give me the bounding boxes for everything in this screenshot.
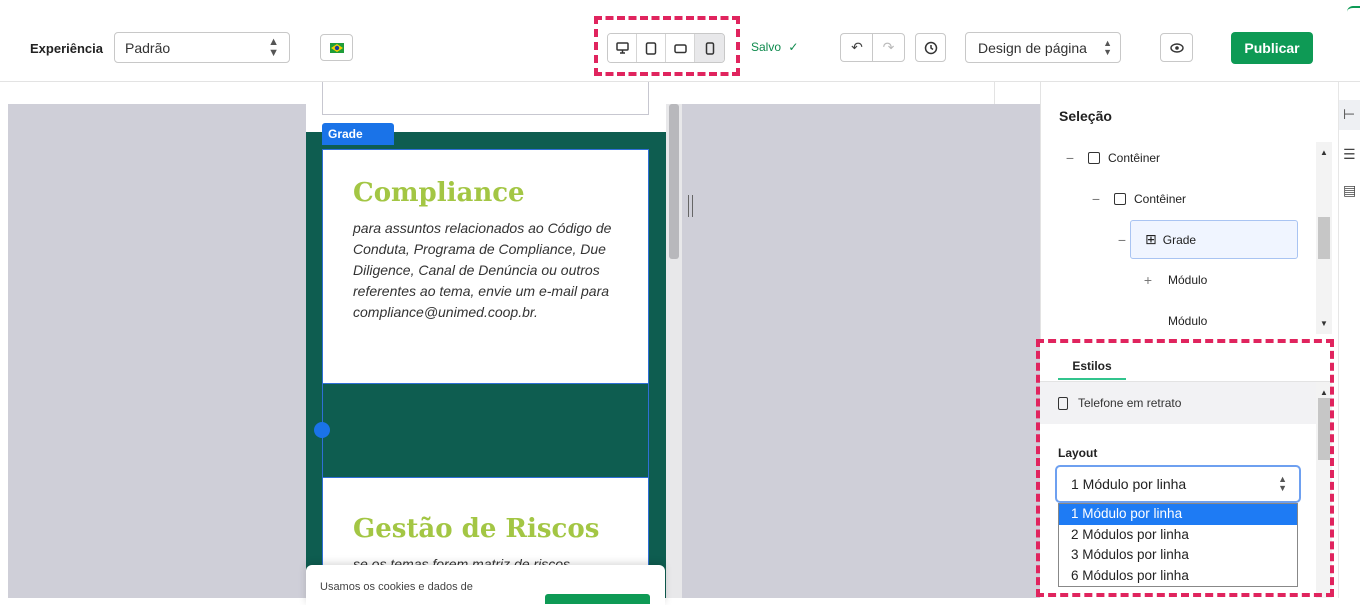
layout-select-value: 1 Módulo por linha [1071,476,1187,492]
tree-item-container[interactable]: − Contêiner [1060,139,1160,177]
selection-outline [648,384,649,479]
publish-button[interactable]: Publicar [1231,32,1313,64]
tree-item-label: Contêiner [1134,192,1187,206]
checkbox-icon [1114,193,1126,205]
edge-accent [1347,6,1360,12]
tablet-portrait-view-button[interactable] [666,34,695,62]
phone-icon [1058,396,1068,410]
undo-icon: ↶ [851,39,863,55]
history-button[interactable] [915,33,946,62]
collapse-icon[interactable]: − [1086,191,1106,207]
page-design-dropdown[interactable]: Design de página ▲ ▼ [965,32,1121,63]
scroll-up-icon[interactable]: ▲ [1320,388,1328,397]
divider [994,82,995,104]
layout-option[interactable]: 1 Módulo por linha [1059,504,1297,525]
tree-item-label: Contêiner [1108,151,1161,165]
preview-button[interactable] [1160,33,1193,62]
eye-icon [1169,42,1184,53]
saved-label: Salvo [751,40,782,54]
canvas-backdrop-left [8,104,306,598]
updown-caret-icon: ▲ ▼ [1278,474,1287,493]
tree-item-label: Módulo [1168,314,1208,328]
tree-item-grid-selected[interactable]: ⊞ Grade [1130,220,1298,259]
page-design-label: Design de página [978,39,1087,56]
layout-select[interactable]: 1 Módulo por linha ▲ ▼ [1055,465,1301,503]
updown-caret-icon: ▲ ▼ [268,35,279,59]
experience-select-value: Padrão [125,39,171,56]
tablet-icon [645,41,657,55]
search-field-preview[interactable] [322,82,649,115]
checkbox-icon [1088,152,1100,164]
preview-scrollbar[interactable] [666,104,682,598]
styles-scrollbar[interactable]: ▲ [1316,382,1332,598]
layout-label: Layout [1058,446,1098,460]
phone-view-button[interactable] [695,34,724,62]
phone-icon [705,41,714,55]
tablet-landscape-view-button[interactable] [637,34,666,62]
language-flag-button[interactable] [320,34,353,61]
panel-title: Seleção [1059,108,1112,124]
grid-icon: ⊞ [1145,231,1157,247]
tablet-landscape-icon [673,43,687,53]
check-circle-icon: ✓ [788,40,799,54]
side-icon-bar: ⊢ ☰ ▤ [1338,82,1360,598]
redo-icon: ↷ [882,39,895,55]
tree-item-container[interactable]: − Contêiner [1086,180,1186,218]
styles-scrollbar-thumb[interactable] [1318,398,1330,460]
device-context-row: Telefone em retrato [1040,382,1316,424]
undo-button[interactable]: ↶ [840,33,873,62]
tree-scrollbar-thumb[interactable] [1318,217,1330,259]
device-context-label: Telefone em retrato [1078,396,1182,410]
resize-splitter-handle[interactable] [688,195,693,217]
card-title: Gestão de Riscos [353,514,600,544]
comment-icon[interactable]: ▤ [1343,182,1356,199]
desktop-icon [615,42,629,54]
tree-item-label: Módulo [1168,273,1208,287]
cookie-text: Usamos os cookies e dados de [320,581,473,593]
grid-selection-tag[interactable]: Grade [322,123,394,145]
tree-structure-icon[interactable]: ⊢ [1343,106,1355,123]
tree-item-label: Grade [1162,232,1197,247]
updown-caret-icon: ▲ ▼ [1103,37,1112,57]
tree-scrollbar[interactable]: ▲ ▼ [1316,142,1332,334]
collapse-icon[interactable]: − [1112,232,1132,248]
experience-select[interactable]: Padrão ▲ ▼ [114,32,290,63]
redo-button[interactable]: ↷ [872,33,905,62]
compliance-card[interactable]: Compliance para assuntos relacionados ao… [322,149,649,384]
list-icon[interactable]: ☰ [1343,146,1356,163]
cookie-accept-button[interactable] [545,594,650,604]
tab-styles[interactable]: Estilos [1058,356,1126,380]
layout-option[interactable]: 6 Módulos por linha [1059,566,1297,587]
canvas-backdrop-right [682,104,1040,598]
card-title: Compliance [353,178,525,208]
tree-item-module[interactable]: + Módulo [1138,261,1207,299]
saved-status: Salvo ✓ [751,40,798,54]
card-body: para assuntos relacionados ao Código de … [353,220,612,320]
phone-preview-frame: Grade Compliance para assuntos relaciona… [306,82,666,598]
layout-option[interactable]: 3 Módulos por linha [1059,545,1297,566]
expand-icon[interactable]: + [1138,272,1158,288]
layout-dropdown-list: 1 Módulo por linha 2 Módulos por linha 3… [1058,503,1298,587]
scroll-up-icon[interactable]: ▲ [1320,148,1328,157]
layout-option[interactable]: 2 Módulos por linha [1059,525,1297,546]
desktop-view-button[interactable] [608,34,637,62]
experience-label: Experiência [30,41,103,56]
device-switcher [607,33,725,63]
top-toolbar: Experiência Padrão ▲ ▼ Salvo ✓ ↶ ↷ Desig… [0,0,1360,82]
brazil-flag-icon [329,42,344,53]
preview-scrollbar-thumb[interactable] [669,104,679,259]
tree-item-module[interactable]: Módulo [1168,302,1207,340]
scroll-down-icon[interactable]: ▼ [1320,319,1328,328]
resize-handle[interactable] [314,422,330,438]
clock-icon [924,41,937,54]
collapse-icon[interactable]: − [1060,150,1080,166]
